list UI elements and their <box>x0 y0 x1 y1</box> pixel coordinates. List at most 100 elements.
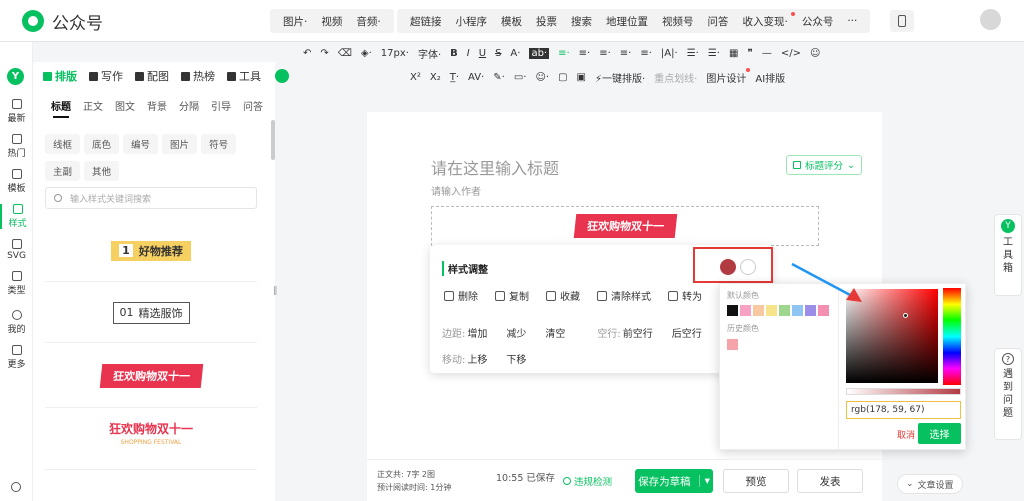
history-color-swatch[interactable] <box>727 339 738 350</box>
copy-button[interactable]: 复制 <box>495 288 529 303</box>
subscript-icon[interactable]: X₂ <box>430 72 441 83</box>
help-widget[interactable]: ? 遇到问题 <box>994 348 1022 440</box>
frame-icon[interactable]: ▢ <box>558 72 567 83</box>
chevron-down-icon[interactable]: ▾ <box>698 475 710 487</box>
color-swatch[interactable] <box>766 305 777 316</box>
font-color-icon[interactable]: A· <box>510 48 520 59</box>
rail-mine[interactable]: 我的 <box>0 310 33 335</box>
color-swatch[interactable] <box>727 305 738 316</box>
convert-button[interactable]: 转为 <box>668 288 702 303</box>
nav-image[interactable]: 图片· <box>276 14 314 29</box>
bold-icon[interactable]: B <box>450 48 458 59</box>
subtab-guide[interactable]: 引导 <box>211 98 231 113</box>
nav-official[interactable]: 公众号 <box>795 14 841 29</box>
chip-main-sub[interactable]: 主副 <box>45 161 81 181</box>
quote-icon[interactable]: ❞ <box>747 48 752 59</box>
sticker-icon[interactable]: ☺· <box>535 72 549 83</box>
tab-write[interactable]: 写作 <box>83 68 129 84</box>
clear-format-icon[interactable]: T̲· <box>450 72 459 83</box>
nav-hyperlink[interactable]: 超链接 <box>403 14 449 29</box>
save-draft-button[interactable]: 保存为草稿 ▾ <box>635 469 713 493</box>
chip-fill[interactable]: 底色 <box>84 134 120 154</box>
rail-style[interactable]: 样式 <box>0 204 33 229</box>
italic-icon[interactable]: I <box>467 48 470 59</box>
highlight-line-button[interactable]: 重点划线· <box>654 70 697 85</box>
align-left-icon[interactable]: ≡· <box>558 48 570 59</box>
favorite-button[interactable]: 收藏 <box>546 288 580 303</box>
rail-type[interactable]: 类型 <box>0 271 33 296</box>
nav-audio[interactable]: 音频· <box>349 14 387 29</box>
blank-line-after[interactable]: 后空行 <box>672 325 702 340</box>
panel-scrollbar[interactable] <box>271 120 275 160</box>
avatar[interactable] <box>980 9 1001 30</box>
picker-cancel-button[interactable]: 取消 <box>897 428 915 441</box>
selected-block[interactable]: 狂欢购物双十一 <box>431 206 819 246</box>
style-search-input[interactable]: 输入样式关键词搜索 <box>45 187 257 209</box>
highlight-icon[interactable]: ab· <box>529 47 550 59</box>
align-right-icon[interactable]: ≡· <box>599 48 611 59</box>
font-family-select[interactable]: 字体· <box>418 46 441 61</box>
color-swatch[interactable] <box>792 305 803 316</box>
panel-collapse-handle[interactable]: ‖ <box>273 286 279 302</box>
nav-vote[interactable]: 投票 <box>529 14 564 29</box>
chip-symbol[interactable]: 符号 <box>201 134 237 154</box>
style-sample-2[interactable]: 01 精选服饰 <box>45 283 257 343</box>
title-input[interactable]: 请在这里输入标题 <box>431 155 559 179</box>
rail-latest[interactable]: 最新 <box>0 99 33 124</box>
font-size-select[interactable]: 17px· <box>381 48 409 59</box>
numbered-list-icon[interactable]: ☰· <box>708 48 720 59</box>
nav-template[interactable]: 模板 <box>494 14 529 29</box>
indent-icon[interactable]: ≡· <box>620 48 632 59</box>
toggle-switch[interactable] <box>275 69 289 83</box>
blank-line-before[interactable]: 前空行 <box>623 325 653 340</box>
nav-location[interactable]: 地理位置 <box>599 14 655 29</box>
hue-slider[interactable] <box>943 288 961 385</box>
style-sample-3[interactable]: 狂欢购物双十一 <box>45 344 257 408</box>
nav-video[interactable]: 视频 <box>314 14 349 29</box>
nav-more[interactable]: ··· <box>840 15 864 27</box>
saturation-cursor[interactable] <box>903 313 908 318</box>
box-icon[interactable]: ▣ <box>577 72 586 83</box>
color-value-input[interactable]: rgb(178, 59, 67) <box>846 401 961 419</box>
divider-icon[interactable]: — <box>762 48 772 59</box>
author-input[interactable]: 请输入作者 <box>431 183 481 198</box>
chip-other[interactable]: 其他 <box>84 161 120 181</box>
rail-template[interactable]: 模板 <box>0 169 33 194</box>
brush-icon[interactable]: ✎· <box>493 72 505 83</box>
style-sample-4[interactable]: 狂欢购物双十一 SHOPPING FESTIVAL <box>45 410 257 470</box>
nav-channels[interactable]: 视频号 <box>655 14 701 29</box>
margin-decrease[interactable]: 减少 <box>506 325 526 340</box>
superscript-icon[interactable]: X² <box>410 72 421 83</box>
undo-icon[interactable]: ↶ <box>303 48 311 59</box>
delete-button[interactable]: 删除 <box>444 288 478 303</box>
tab-trending[interactable]: 热榜 <box>175 68 221 84</box>
logo[interactable]: 公众号 <box>22 8 103 34</box>
ai-layout-button[interactable]: AI排版 <box>755 70 785 85</box>
align-center-icon[interactable]: ≡· <box>579 48 591 59</box>
phone-preview-button[interactable] <box>890 10 914 32</box>
color-swatch[interactable] <box>740 305 751 316</box>
chip-image[interactable]: 图片 <box>162 134 198 154</box>
toolbox-widget[interactable]: Y 工具箱 <box>994 214 1022 296</box>
tab-image[interactable]: 配图 <box>129 68 175 84</box>
preview-button[interactable]: 预览 <box>723 469 789 493</box>
clear-style-button[interactable]: 清除样式 <box>597 288 651 303</box>
spacing-icon[interactable]: AV· <box>468 72 484 83</box>
tab-layout[interactable]: 排版 <box>37 68 83 84</box>
nav-monetize[interactable]: 收入变现· <box>736 11 795 29</box>
nav-miniprogram[interactable]: 小程序 <box>449 14 495 29</box>
eraser-icon[interactable]: ⌫ <box>338 48 352 59</box>
subtab-imagetext[interactable]: 图文 <box>115 98 135 113</box>
move-up[interactable]: 上移 <box>467 351 487 366</box>
bullet-list-icon[interactable]: ☰· <box>687 48 699 59</box>
alpha-slider[interactable] <box>846 388 961 395</box>
tab-tools[interactable]: 工具 <box>221 68 267 84</box>
chip-frame[interactable]: 线框 <box>45 134 81 154</box>
color-swatch[interactable] <box>753 305 764 316</box>
rail-more[interactable]: 更多 <box>0 345 33 370</box>
subtab-title[interactable]: 标题 <box>51 98 71 118</box>
picker-confirm-button[interactable]: 选择 <box>918 423 961 444</box>
article-settings-button[interactable]: ⌄ 文章设置 <box>897 474 963 494</box>
violation-check[interactable]: 违规检测 <box>563 474 612 488</box>
code-icon[interactable]: </> <box>781 48 801 59</box>
